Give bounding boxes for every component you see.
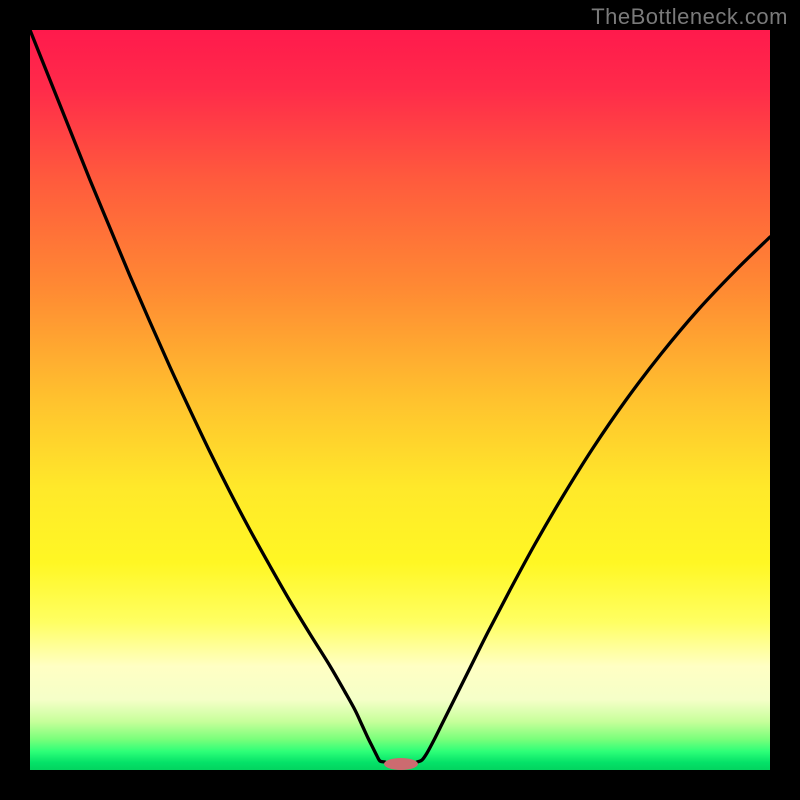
watermark-text: TheBottleneck.com — [591, 4, 788, 30]
gradient-background — [30, 30, 770, 770]
plot-area — [30, 30, 770, 770]
bottleneck-marker — [384, 758, 418, 770]
bottleneck-chart — [30, 30, 770, 770]
chart-frame: TheBottleneck.com — [0, 0, 800, 800]
